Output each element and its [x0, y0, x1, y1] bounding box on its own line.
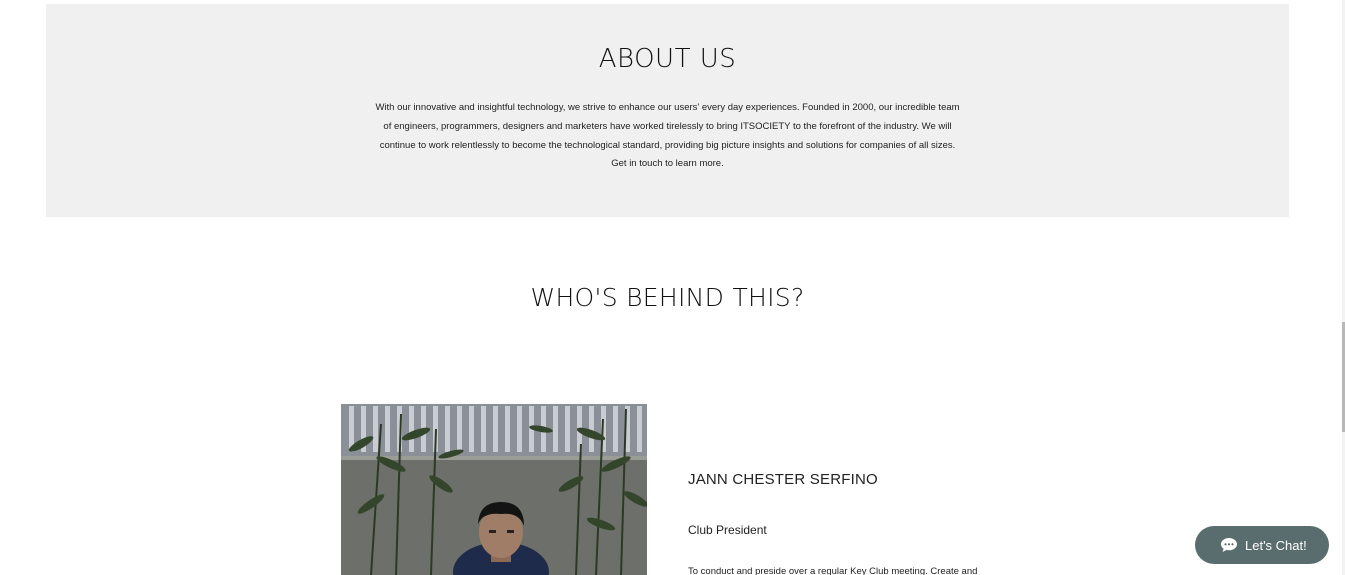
chat-button[interactable]: Let's Chat!	[1195, 526, 1329, 564]
chat-button-label: Let's Chat!	[1245, 537, 1307, 553]
about-text-line: Get in touch to learn more.	[611, 158, 724, 170]
about-text-line: of engineers, programmers, designers and…	[383, 120, 952, 132]
member-name: JANN CHESTER SERFINO	[688, 471, 878, 488]
about-title: ABOUT US	[598, 44, 737, 74]
about-text: With our innovative and insightful techn…	[354, 99, 981, 174]
team-title: WHO'S BEHIND THIS?	[530, 283, 805, 312]
member-photo	[341, 404, 647, 575]
member-description: To conduct and preside over a regular Ke…	[688, 566, 978, 575]
chat-bubble-icon	[1220, 537, 1238, 553]
member-role: Club President	[688, 523, 767, 537]
about-text-line: continue to work relentlessly to become …	[379, 139, 956, 151]
page: ABOUT US With our innovative and insight…	[0, 0, 1345, 575]
about-section: ABOUT US With our innovative and insight…	[46, 4, 1289, 217]
about-text-line: With our innovative and insightful techn…	[375, 102, 960, 113]
member-photo-image	[341, 404, 647, 575]
